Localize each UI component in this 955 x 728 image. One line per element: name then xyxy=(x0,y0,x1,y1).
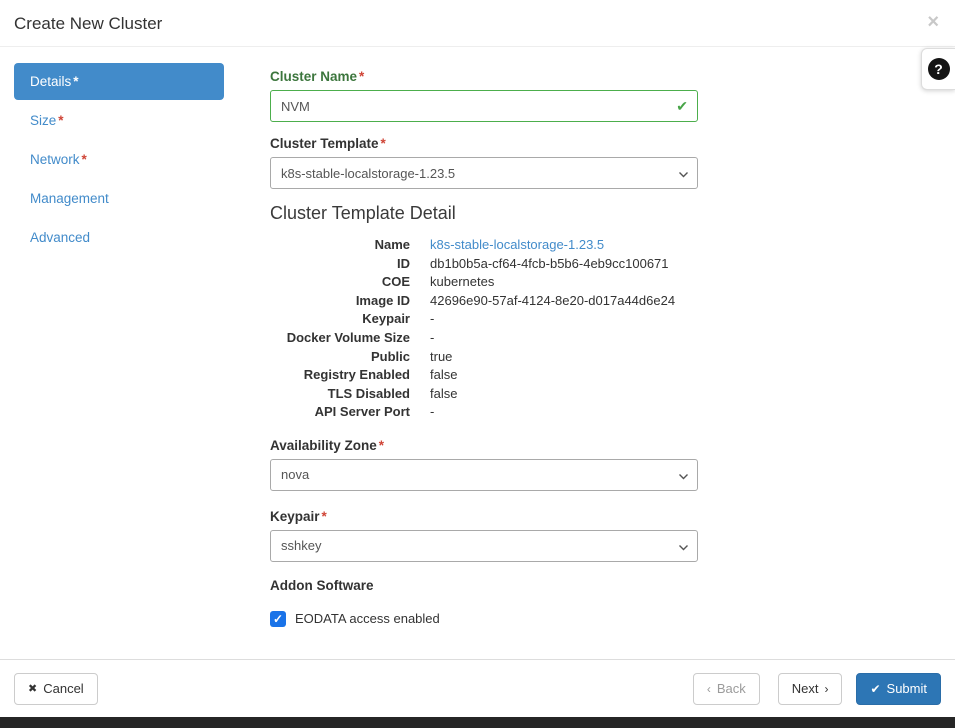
detail-row: ID db1b0b5a-cf64-4fcb-b5b6-4eb9cc100671 xyxy=(270,255,698,274)
detail-value: - xyxy=(430,403,698,422)
detail-label: Registry Enabled xyxy=(270,366,430,385)
cancel-button[interactable]: ✖ Cancel xyxy=(14,673,98,705)
required-asterisk: * xyxy=(82,152,87,167)
chevron-down-icon xyxy=(678,470,689,485)
keypair-label: Keypair* xyxy=(270,509,698,524)
label-text: Availability Zone xyxy=(270,438,377,453)
sidebar-item-size[interactable]: Size* xyxy=(14,102,224,139)
close-icon[interactable]: × xyxy=(927,12,939,32)
cluster-name-input[interactable] xyxy=(270,90,698,122)
cluster-template-label: Cluster Template* xyxy=(270,136,698,151)
next-chevron-icon: › xyxy=(824,681,828,697)
cluster-name-label: Cluster Name* xyxy=(270,69,698,84)
modal-body: Details* Size* Network* Management Advan… xyxy=(0,47,955,647)
detail-label: ID xyxy=(270,255,430,274)
detail-label: COE xyxy=(270,273,430,292)
page-title: Create New Cluster xyxy=(14,14,162,33)
sidebar-item-advanced[interactable]: Advanced xyxy=(14,219,224,256)
sidebar-item-label: Size xyxy=(30,113,56,128)
modal-header: Create New Cluster × xyxy=(0,0,955,47)
detail-label: Keypair xyxy=(270,310,430,329)
back-button[interactable]: ‹ Back xyxy=(693,673,760,705)
back-button-label: Back xyxy=(717,681,746,697)
detail-label: TLS Disabled xyxy=(270,385,430,404)
submit-check-icon: ✔ xyxy=(870,681,880,697)
submit-button-label: Submit xyxy=(887,681,927,697)
required-asterisk: * xyxy=(322,509,327,524)
eodata-checkbox-row[interactable]: ✓ EODATA access enabled xyxy=(270,611,698,627)
help-icon: ? xyxy=(928,58,950,80)
detail-label: API Server Port xyxy=(270,403,430,422)
cluster-template-select[interactable]: k8s-stable-localstorage-1.23.5 xyxy=(270,157,698,189)
back-chevron-icon: ‹ xyxy=(707,681,711,697)
detail-value: true xyxy=(430,348,698,367)
cancel-button-label: Cancel xyxy=(43,681,83,697)
required-asterisk: * xyxy=(73,74,78,89)
detail-row: API Server Port - xyxy=(270,403,698,422)
sidebar-item-label: Details xyxy=(30,74,71,89)
keypair-select[interactable]: sshkey xyxy=(270,530,698,562)
detail-row: COE kubernetes xyxy=(270,273,698,292)
label-text: Cluster Name xyxy=(270,69,357,84)
detail-label: Image ID xyxy=(270,292,430,311)
check-icon: ✓ xyxy=(273,611,283,627)
detail-label: Public xyxy=(270,348,430,367)
sidebar-item-label: Advanced xyxy=(30,230,90,245)
cancel-x-icon: ✖ xyxy=(28,681,37,697)
availability-zone-select[interactable]: nova xyxy=(270,459,698,491)
template-detail-list: Name k8s-stable-localstorage-1.23.5 ID d… xyxy=(270,236,698,422)
required-asterisk: * xyxy=(379,438,384,453)
detail-value: 42696e90-57af-4124-8e20-d017a44d6e24 xyxy=(430,292,698,311)
required-asterisk: * xyxy=(381,136,386,151)
detail-label: Docker Volume Size xyxy=(270,329,430,348)
detail-value: db1b0b5a-cf64-4fcb-b5b6-4eb9cc100671 xyxy=(430,255,698,274)
label-text: Keypair xyxy=(270,509,320,524)
availability-zone-label: Availability Zone* xyxy=(270,438,698,453)
cluster-name-field-wrap: ✔ xyxy=(270,90,698,122)
selected-value: k8s-stable-localstorage-1.23.5 xyxy=(281,166,455,181)
modal-footer: ✖ Cancel ‹ Back Next › ✔ Submit xyxy=(0,659,955,717)
detail-label: Name xyxy=(270,236,430,255)
sidebar-item-network[interactable]: Network* xyxy=(14,141,224,178)
required-asterisk: * xyxy=(58,113,63,128)
detail-row: TLS Disabled false xyxy=(270,385,698,404)
detail-value: false xyxy=(430,366,698,385)
selected-value: sshkey xyxy=(281,538,321,553)
sidebar-item-label: Network xyxy=(30,152,80,167)
chevron-down-icon xyxy=(678,168,689,183)
selected-value: nova xyxy=(281,467,309,482)
detail-value: - xyxy=(430,329,698,348)
next-button[interactable]: Next › xyxy=(778,673,843,705)
wizard-nav: Details* Size* Network* Management Advan… xyxy=(14,63,224,647)
chevron-down-icon xyxy=(678,541,689,556)
valid-check-icon: ✔ xyxy=(676,97,688,115)
detail-row: Docker Volume Size - xyxy=(270,329,698,348)
form-main: Cluster Name* ✔ Cluster Template* k8s-st… xyxy=(270,63,698,647)
label-text: Cluster Template xyxy=(270,136,379,151)
detail-value: false xyxy=(430,385,698,404)
next-button-label: Next xyxy=(792,681,819,697)
detail-row: Registry Enabled false xyxy=(270,366,698,385)
checkbox-label: EODATA access enabled xyxy=(295,611,440,626)
sidebar-item-label: Management xyxy=(30,191,109,206)
detail-row: Keypair - xyxy=(270,310,698,329)
detail-row: Name k8s-stable-localstorage-1.23.5 xyxy=(270,236,698,255)
sidebar-item-details[interactable]: Details* xyxy=(14,63,224,100)
submit-button[interactable]: ✔ Submit xyxy=(856,673,941,705)
detail-row: Image ID 42696e90-57af-4124-8e20-d017a44… xyxy=(270,292,698,311)
detail-value-link[interactable]: k8s-stable-localstorage-1.23.5 xyxy=(430,236,698,255)
sidebar-item-management[interactable]: Management xyxy=(14,180,224,217)
detail-value: kubernetes xyxy=(430,273,698,292)
detail-row: Public true xyxy=(270,348,698,367)
required-asterisk: * xyxy=(359,69,364,84)
template-detail-heading: Cluster Template Detail xyxy=(270,203,698,224)
page-background-strip xyxy=(0,717,955,728)
help-button[interactable]: ? xyxy=(921,48,955,90)
checkbox-checked[interactable]: ✓ xyxy=(270,611,286,627)
addon-software-label: Addon Software xyxy=(270,578,698,593)
detail-value: - xyxy=(430,310,698,329)
